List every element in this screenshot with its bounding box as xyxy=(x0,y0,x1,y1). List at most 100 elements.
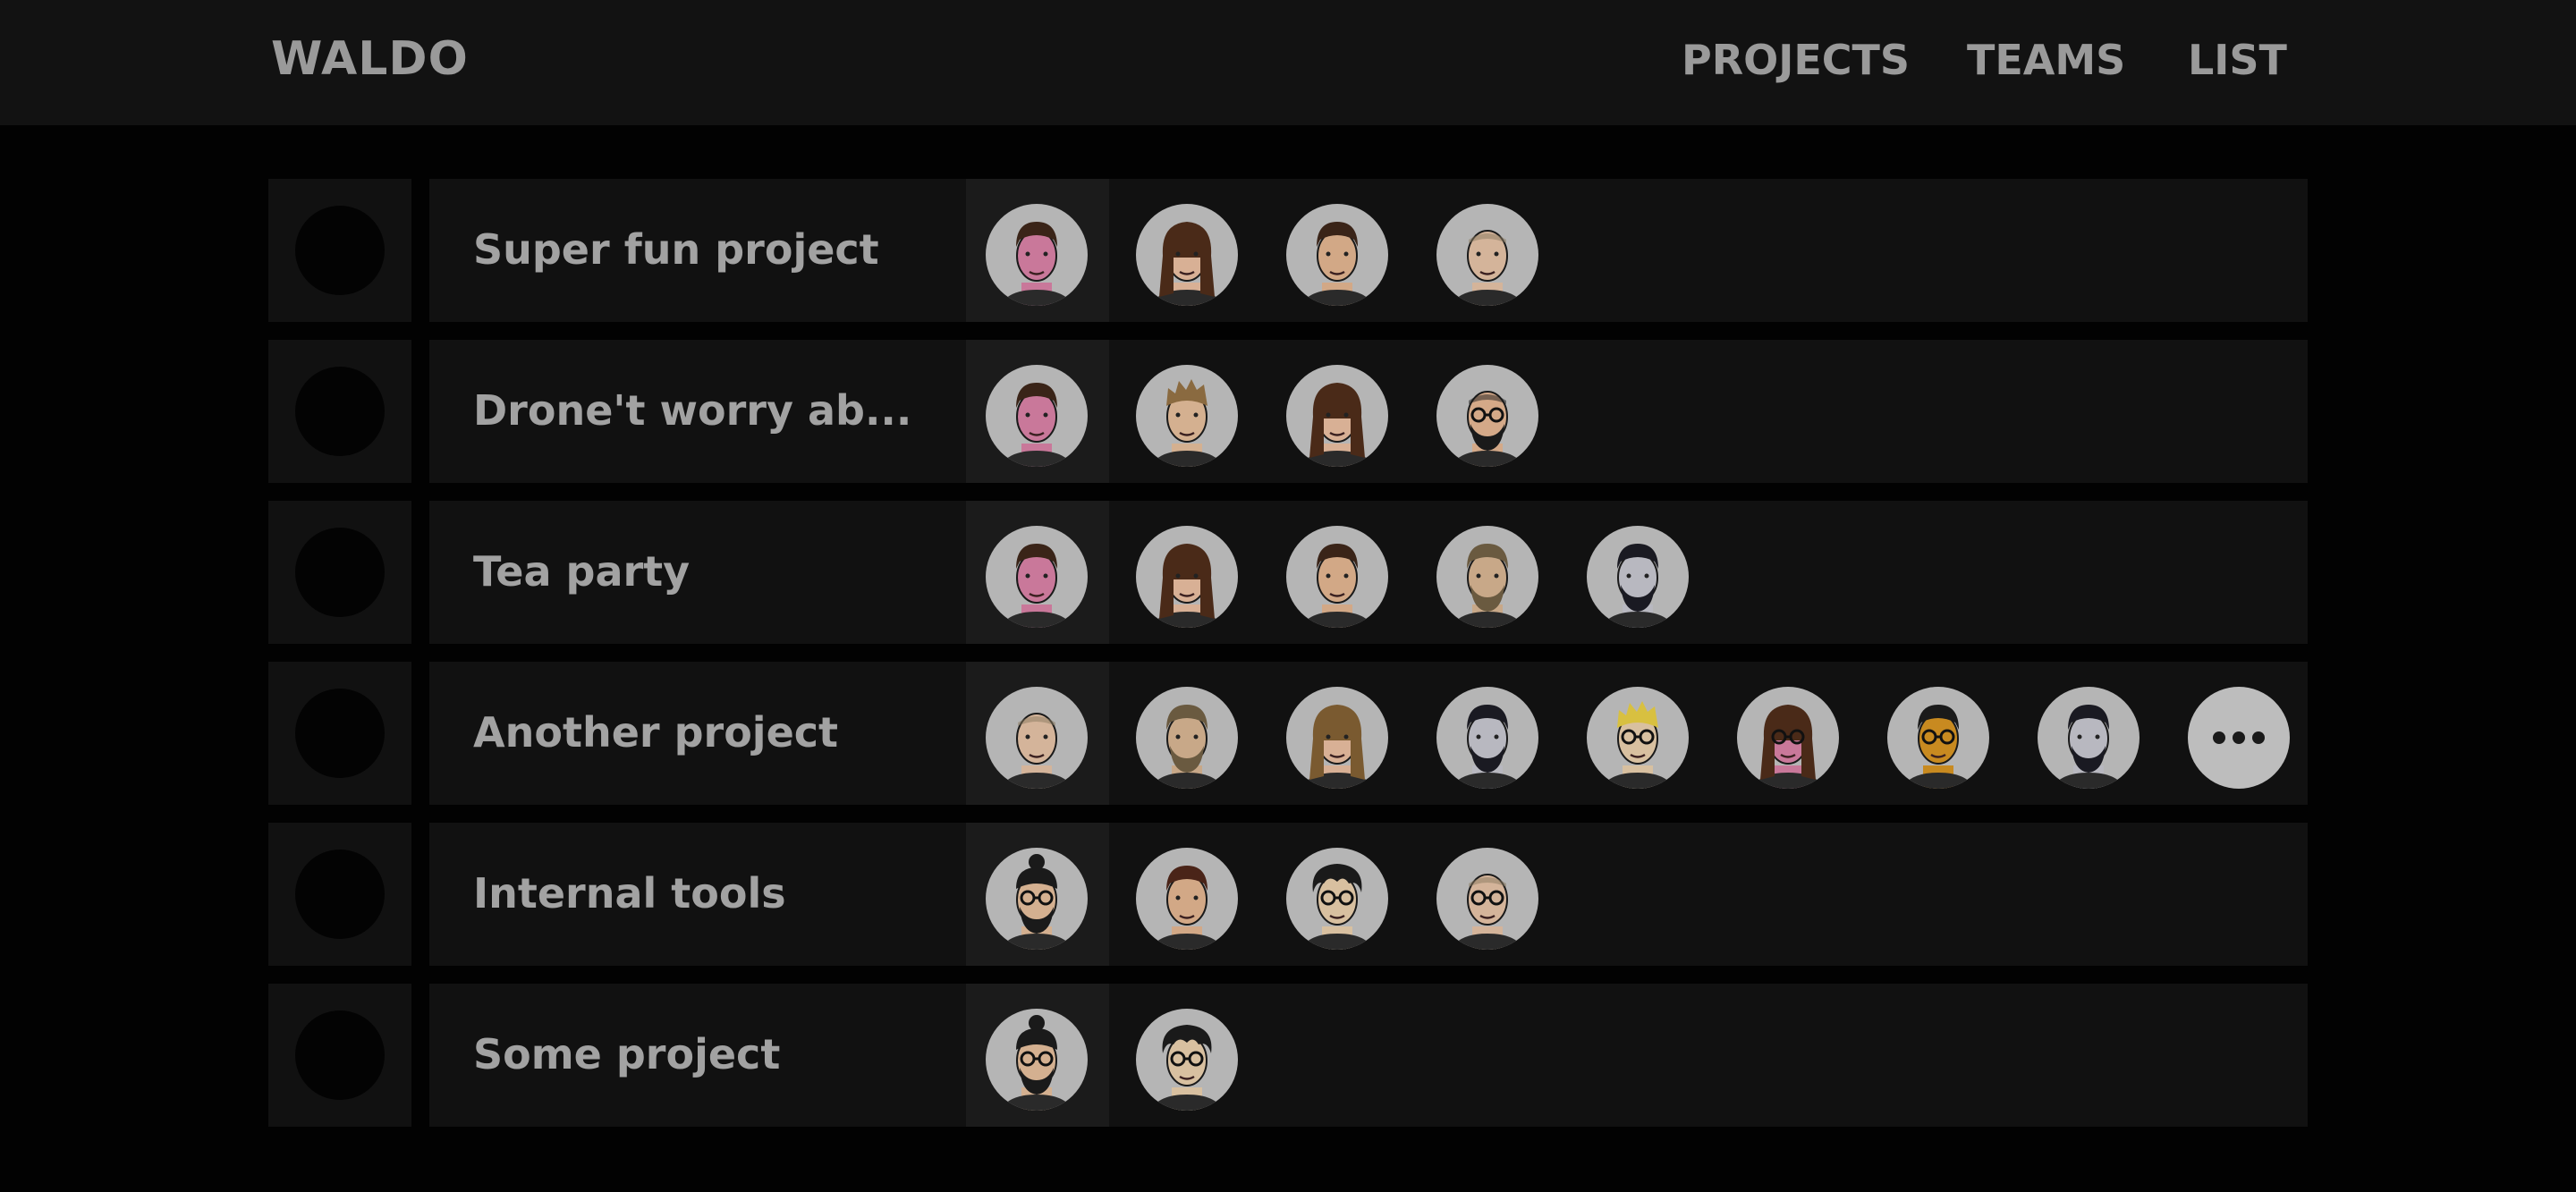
member-avatar[interactable] xyxy=(1436,848,1538,950)
member-avatar[interactable] xyxy=(1587,526,1689,628)
person-face-icon xyxy=(1451,705,1524,789)
project-row-body: Super fun project xyxy=(429,179,2308,322)
person-face-icon xyxy=(1451,874,1524,950)
person-face-icon xyxy=(1301,383,1374,467)
project-name[interactable]: Tea party xyxy=(473,547,690,596)
project-team-members xyxy=(966,823,2299,966)
member-avatar[interactable] xyxy=(1136,204,1238,306)
person-face-icon xyxy=(1601,701,1674,789)
top-navigation-bar: WALDO PROJECTS TEAMS LIST xyxy=(0,0,2576,125)
project-status-cell xyxy=(268,662,411,805)
person-face-icon xyxy=(1301,705,1374,789)
member-avatar[interactable] xyxy=(986,687,1088,789)
project-row-body: Internal tools xyxy=(429,823,2308,966)
member-avatar[interactable] xyxy=(986,204,1088,306)
project-status-cell xyxy=(268,179,411,322)
person-face-icon xyxy=(1000,854,1073,950)
person-face-icon xyxy=(1451,230,1524,306)
project-name[interactable]: Some project xyxy=(473,1030,780,1078)
person-face-icon xyxy=(1301,222,1374,306)
member-avatar[interactable] xyxy=(2038,687,2140,789)
person-face-icon xyxy=(1000,713,1073,789)
project-status-dot[interactable] xyxy=(295,367,385,456)
member-avatar[interactable] xyxy=(1436,365,1538,467)
member-avatar[interactable] xyxy=(1136,365,1238,467)
nav-list[interactable]: LIST xyxy=(2188,36,2287,84)
member-avatar[interactable] xyxy=(1436,526,1538,628)
project-status-dot[interactable] xyxy=(295,850,385,939)
project-status-cell xyxy=(268,501,411,644)
project-list: Super fun project Drone't worry ab... Te… xyxy=(268,179,2308,1145)
person-face-icon xyxy=(1000,544,1073,628)
member-avatar[interactable] xyxy=(1286,687,1388,789)
project-team-members xyxy=(966,501,2299,644)
member-avatar[interactable] xyxy=(1286,365,1388,467)
person-face-icon xyxy=(1301,864,1374,950)
ellipsis-icon-dot xyxy=(2252,731,2265,744)
person-face-icon xyxy=(1150,705,1224,789)
project-status-dot[interactable] xyxy=(295,689,385,778)
person-face-icon xyxy=(1150,1025,1224,1111)
person-face-icon xyxy=(2052,705,2125,789)
project-status-dot[interactable] xyxy=(295,206,385,295)
member-avatar[interactable] xyxy=(1436,687,1538,789)
project-name[interactable]: Internal tools xyxy=(473,869,786,917)
member-avatar[interactable] xyxy=(1136,848,1238,950)
person-face-icon xyxy=(1301,544,1374,628)
member-avatar[interactable] xyxy=(1887,687,1989,789)
person-face-icon xyxy=(1150,544,1224,628)
member-avatar[interactable] xyxy=(986,1009,1088,1111)
project-team-members xyxy=(966,179,2299,322)
person-face-icon xyxy=(1000,222,1073,306)
member-avatar[interactable] xyxy=(986,526,1088,628)
member-avatar[interactable] xyxy=(1286,204,1388,306)
person-face-icon xyxy=(1451,544,1524,628)
member-avatar[interactable] xyxy=(1136,526,1238,628)
project-status-cell xyxy=(268,340,411,483)
nav-teams[interactable]: TEAMS xyxy=(1967,36,2125,84)
project-row-body: Another project xyxy=(429,662,2308,805)
member-avatar[interactable] xyxy=(986,848,1088,950)
person-face-icon xyxy=(1150,379,1224,467)
project-row[interactable]: Super fun project xyxy=(268,179,2308,322)
person-face-icon xyxy=(1902,705,1975,789)
member-avatar[interactable] xyxy=(1737,687,1839,789)
project-status-cell xyxy=(268,984,411,1127)
nav-projects[interactable]: PROJECTS xyxy=(1682,36,1910,84)
person-face-icon xyxy=(1000,1015,1073,1111)
project-status-dot[interactable] xyxy=(295,528,385,617)
project-status-dot[interactable] xyxy=(295,1010,385,1100)
member-avatar[interactable] xyxy=(1286,526,1388,628)
project-name[interactable]: Drone't worry ab... xyxy=(473,386,911,435)
project-row-body: Some project xyxy=(429,984,2308,1127)
ellipsis-icon xyxy=(2213,731,2225,744)
member-avatar[interactable] xyxy=(1136,1009,1238,1111)
person-face-icon xyxy=(1150,866,1224,950)
person-face-icon xyxy=(1601,544,1674,628)
project-team-members xyxy=(966,984,2299,1127)
member-avatar[interactable] xyxy=(1286,848,1388,950)
project-row[interactable]: Some project xyxy=(268,984,2308,1127)
project-team-members xyxy=(966,340,2299,483)
project-row[interactable]: Tea party xyxy=(268,501,2308,644)
project-row[interactable]: Internal tools xyxy=(268,823,2308,966)
project-team-members xyxy=(966,662,2299,805)
project-row-body: Drone't worry ab... xyxy=(429,340,2308,483)
app-logo[interactable]: WALDO xyxy=(271,32,469,86)
ellipsis-icon-dot xyxy=(2233,731,2245,744)
member-avatar[interactable] xyxy=(1436,204,1538,306)
member-avatar[interactable] xyxy=(986,365,1088,467)
more-members-button[interactable] xyxy=(2188,687,2290,789)
person-face-icon xyxy=(1150,222,1224,306)
member-avatar[interactable] xyxy=(1587,687,1689,789)
project-row[interactable]: Drone't worry ab... xyxy=(268,340,2308,483)
person-face-icon xyxy=(1000,383,1073,467)
project-name[interactable]: Another project xyxy=(473,708,838,757)
project-name[interactable]: Super fun project xyxy=(473,225,879,274)
person-face-icon xyxy=(1451,391,1524,467)
project-row-body: Tea party xyxy=(429,501,2308,644)
member-avatar[interactable] xyxy=(1136,687,1238,789)
project-row[interactable]: Another project xyxy=(268,662,2308,805)
project-status-cell xyxy=(268,823,411,966)
person-face-icon xyxy=(1751,705,1825,789)
